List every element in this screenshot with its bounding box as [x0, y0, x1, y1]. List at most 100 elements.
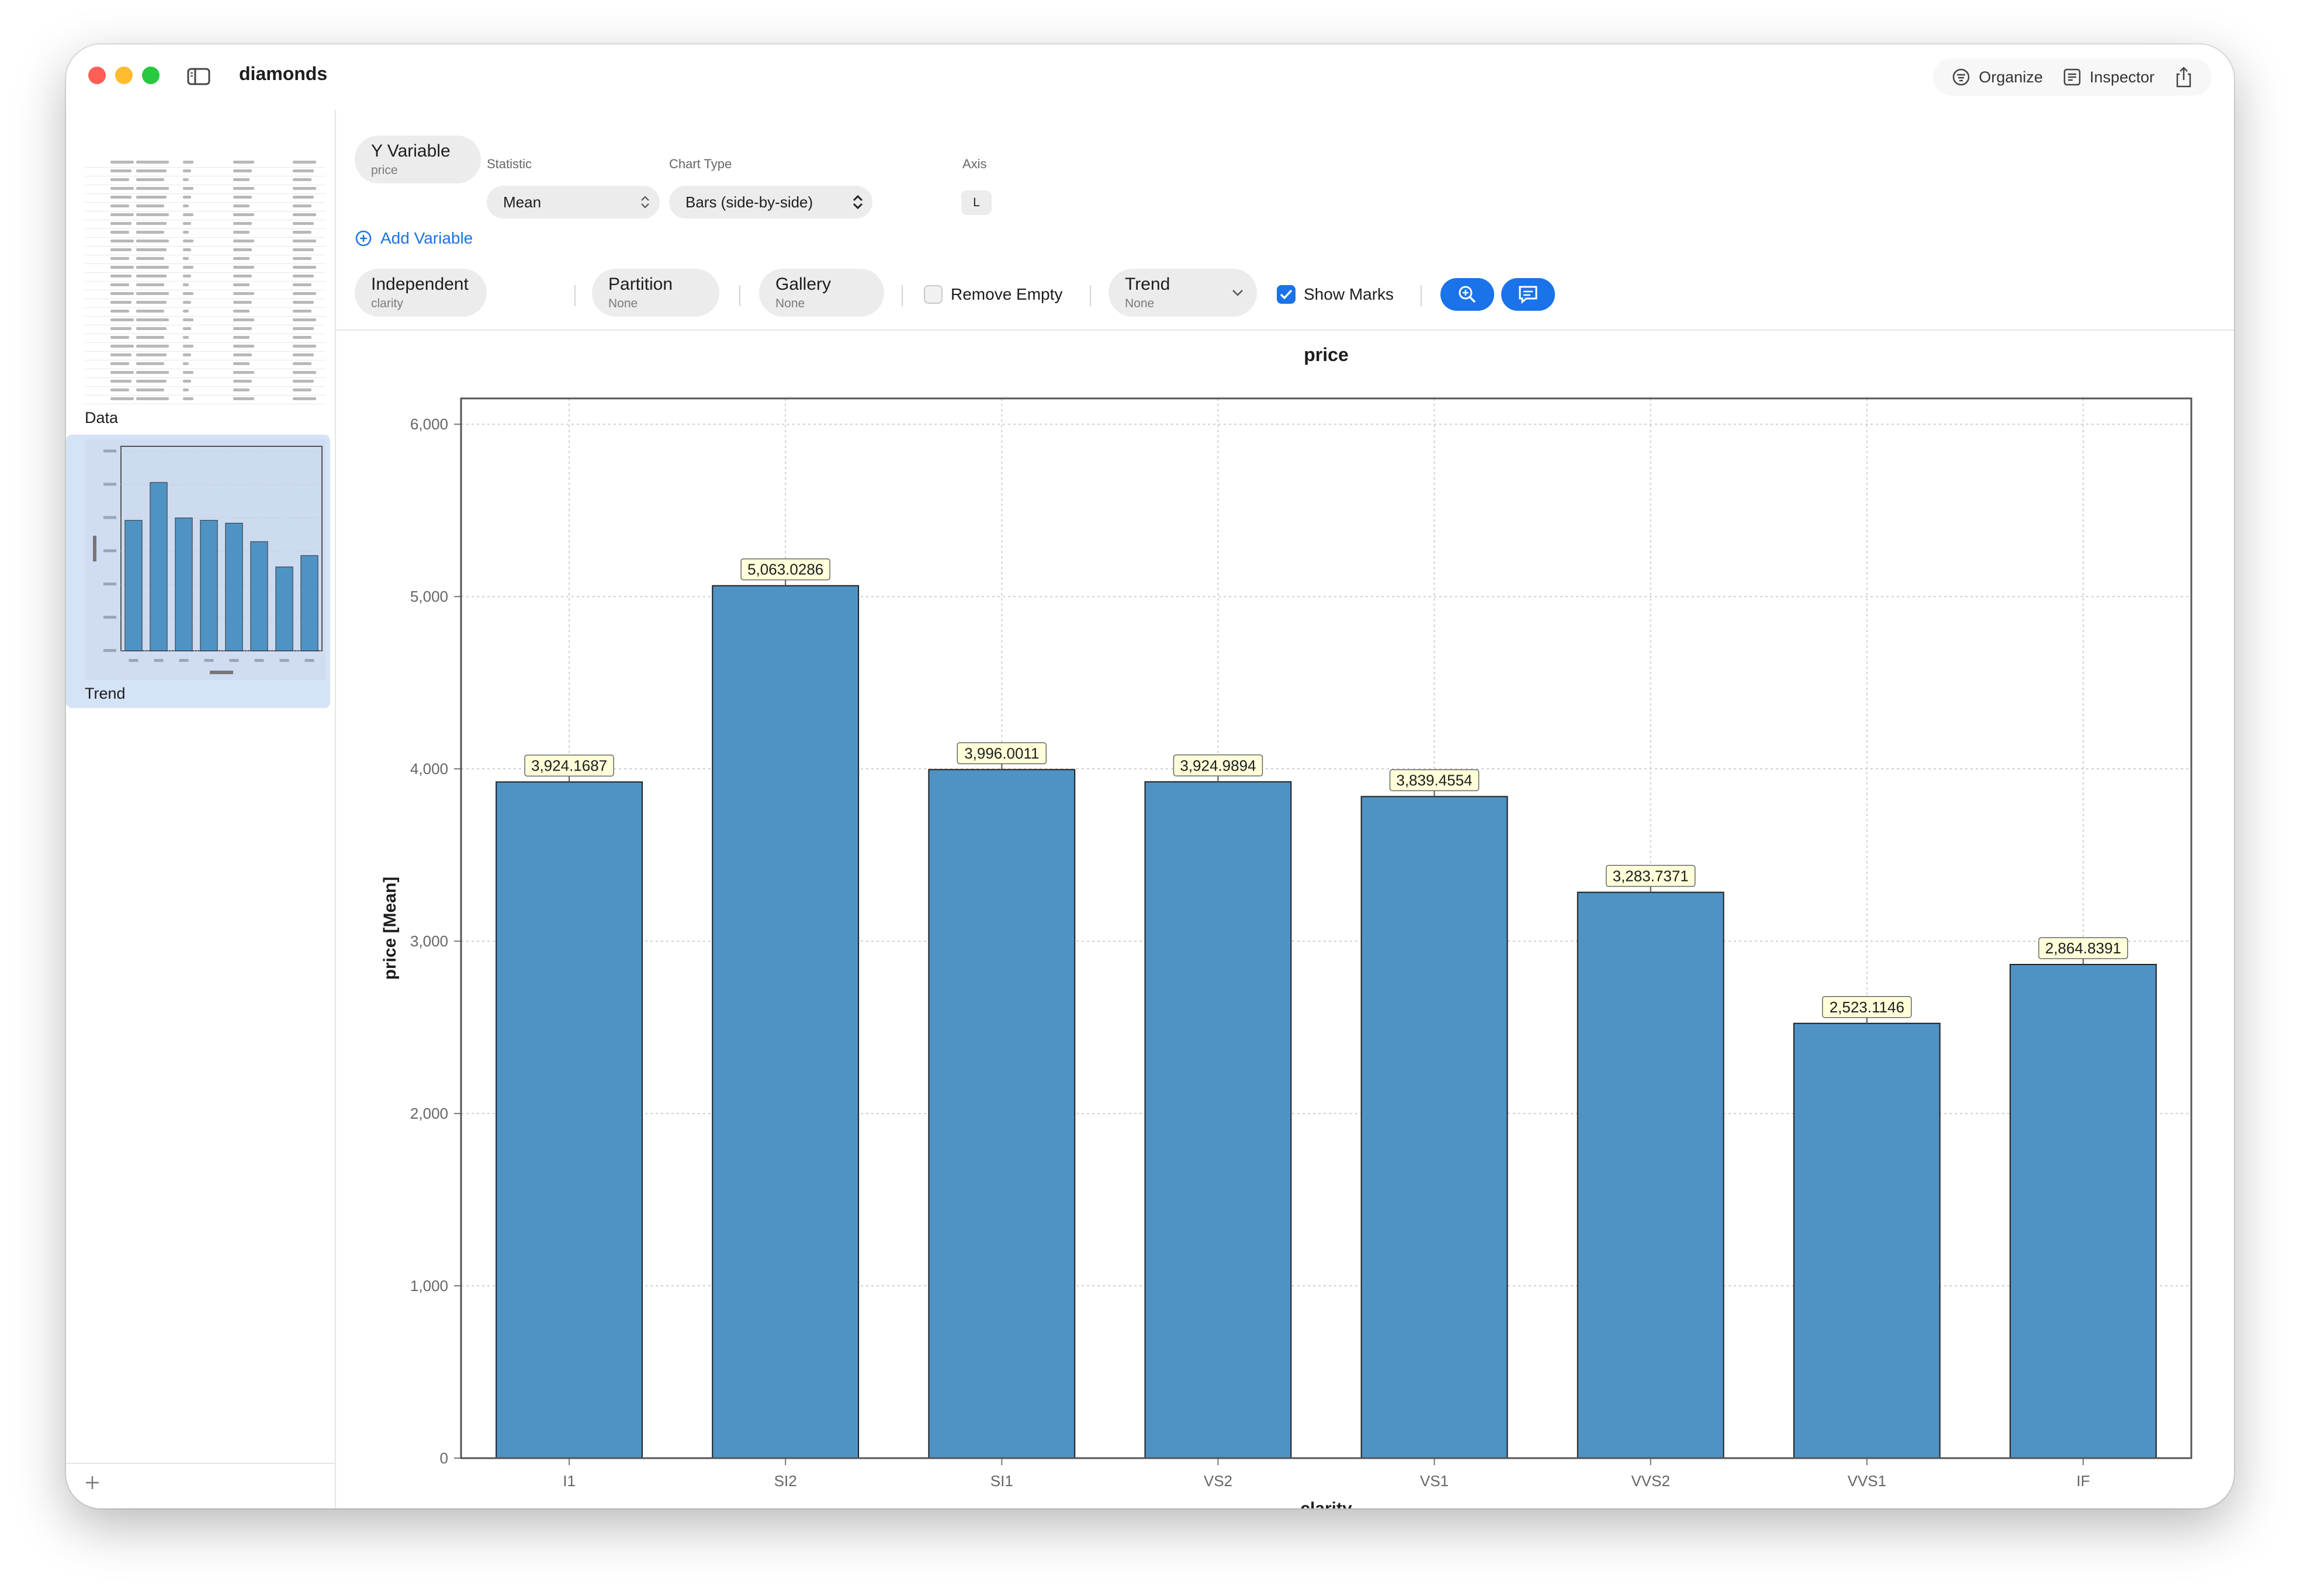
data-thumbnail-cell	[110, 187, 134, 190]
y-variable-pill[interactable]: Y Variable price	[355, 136, 481, 183]
data-thumbnail-cell	[183, 266, 193, 269]
comment-button[interactable]	[1501, 278, 1555, 311]
data-thumbnail-cell	[293, 380, 314, 383]
axis-button[interactable]: L	[961, 190, 992, 215]
partition-value: None	[608, 297, 638, 310]
comment-icon	[1519, 286, 1537, 304]
thumb-tick-label-mark	[103, 449, 116, 453]
data-thumbnail-cell	[110, 248, 131, 251]
updown-icon	[853, 195, 863, 210]
sidebar-item-trend[interactable]: Trend	[66, 435, 330, 708]
chart-type-popup[interactable]: Bars (side-by-side)	[669, 186, 872, 218]
data-thumbnail-cell	[136, 353, 167, 356]
add-variable-button[interactable]: Add Variable	[355, 229, 473, 248]
data-thumbnail-cell	[110, 292, 134, 295]
x-tick-label: VVS2	[1631, 1472, 1670, 1490]
data-thumbnail-cell	[110, 327, 131, 330]
bar	[1360, 796, 1508, 1459]
data-thumbnail-cell	[183, 178, 189, 181]
data-thumbnail-row	[85, 168, 325, 176]
data-thumbnail-cell	[293, 397, 316, 400]
thumb-bar	[300, 555, 318, 651]
x-tick-label: VS1	[1420, 1472, 1449, 1490]
data-thumbnail-cell	[136, 301, 167, 304]
thumb-x-tick-mark	[254, 659, 264, 662]
value-label: 2,864.8391	[2045, 939, 2121, 957]
data-thumbnail-row	[85, 211, 325, 220]
data-thumbnail-cell	[136, 213, 169, 216]
independent-pill[interactable]: Independent clarity	[355, 269, 487, 317]
bar	[712, 585, 860, 1459]
minimize-window-button[interactable]	[115, 67, 133, 84]
data-thumbnail-cell	[293, 345, 316, 348]
data-thumbnail-cell	[293, 353, 314, 356]
data-thumbnail-row	[85, 369, 325, 378]
gallery-pill[interactable]: Gallery None	[759, 269, 884, 317]
add-sheet-button[interactable]	[84, 1472, 101, 1497]
organize-button[interactable]: Organize	[1947, 68, 2048, 86]
data-thumbnail[interactable]	[85, 159, 325, 404]
remove-empty-box[interactable]	[924, 285, 943, 304]
thumb-x-tick-mark	[229, 659, 239, 662]
partition-title: Partition	[608, 275, 673, 294]
remove-empty-checkbox[interactable]: Remove Empty	[924, 285, 1062, 304]
data-thumbnail-row	[85, 194, 325, 203]
chevron-down-icon	[1232, 290, 1243, 296]
data-thumbnail-cell	[293, 204, 311, 207]
trend-pill[interactable]: Trend None	[1109, 269, 1257, 317]
data-thumbnail-cell	[233, 327, 252, 330]
thumb-bar	[124, 520, 143, 651]
data-thumbnail-cell	[110, 196, 131, 199]
data-thumbnail-cell	[293, 187, 316, 190]
data-thumbnail-cell	[233, 292, 254, 295]
data-thumbnail-row	[85, 395, 325, 404]
bar	[496, 781, 643, 1459]
share-button[interactable]	[2170, 66, 2198, 88]
value-label: 3,996.0011	[964, 744, 1039, 762]
data-thumbnail-cell	[293, 222, 314, 225]
data-thumbnail-cell	[110, 204, 129, 207]
sidebar-item-data[interactable]: Data	[85, 409, 118, 427]
data-thumbnail-cell	[110, 213, 134, 216]
data-thumbnail-cell	[110, 283, 129, 286]
data-thumbnail-cell	[233, 257, 250, 260]
data-thumbnail-cell	[293, 283, 311, 286]
data-thumbnail-cell	[293, 248, 314, 251]
show-marks-box[interactable]	[1277, 285, 1296, 304]
value-label: 2,523.1146	[1830, 998, 1904, 1016]
data-thumbnail-cell	[233, 222, 252, 225]
data-thumbnail-cell	[293, 362, 311, 365]
data-thumbnail-cell	[136, 222, 167, 225]
data-thumbnail-cell	[293, 213, 316, 216]
zoom-button[interactable]	[1440, 278, 1494, 311]
data-thumbnail-cell	[183, 204, 189, 207]
data-thumbnail-cell	[136, 266, 169, 269]
thumb-bar	[150, 482, 168, 651]
inspector-button[interactable]: Inspector	[2058, 68, 2159, 86]
data-thumbnail-cell	[233, 283, 250, 286]
sidebar-toggle-button[interactable]	[178, 62, 219, 91]
data-thumbnail-cell	[233, 362, 250, 365]
thumb-x-tick-mark	[154, 659, 164, 662]
sidebar-item-trend-label: Trend	[85, 685, 126, 702]
value-label: 3,924.9894	[1180, 757, 1256, 774]
gallery-title: Gallery	[775, 275, 832, 294]
data-thumbnail-row	[85, 343, 325, 352]
data-thumbnail-cell	[136, 196, 167, 199]
show-marks-checkbox[interactable]: Show Marks	[1277, 285, 1394, 304]
thumb-tick-label-mark	[103, 582, 116, 586]
partition-pill[interactable]: Partition None	[592, 269, 719, 317]
data-thumbnail-cell	[136, 248, 167, 251]
data-thumbnail-cell	[110, 380, 131, 383]
data-thumbnail-cell	[233, 301, 252, 304]
data-thumbnail-cell	[183, 231, 189, 234]
data-thumbnail-cell	[183, 292, 193, 295]
value-label: 3,924.1687	[531, 757, 607, 775]
data-thumbnail-row	[85, 360, 325, 369]
close-window-button[interactable]	[88, 67, 106, 84]
data-thumbnail-cell	[183, 257, 189, 260]
statistic-popup[interactable]: Mean	[487, 186, 660, 218]
zoom-window-button[interactable]	[142, 67, 160, 84]
thumb-x-tick-mark	[304, 659, 314, 662]
data-thumbnail-row	[85, 352, 325, 360]
